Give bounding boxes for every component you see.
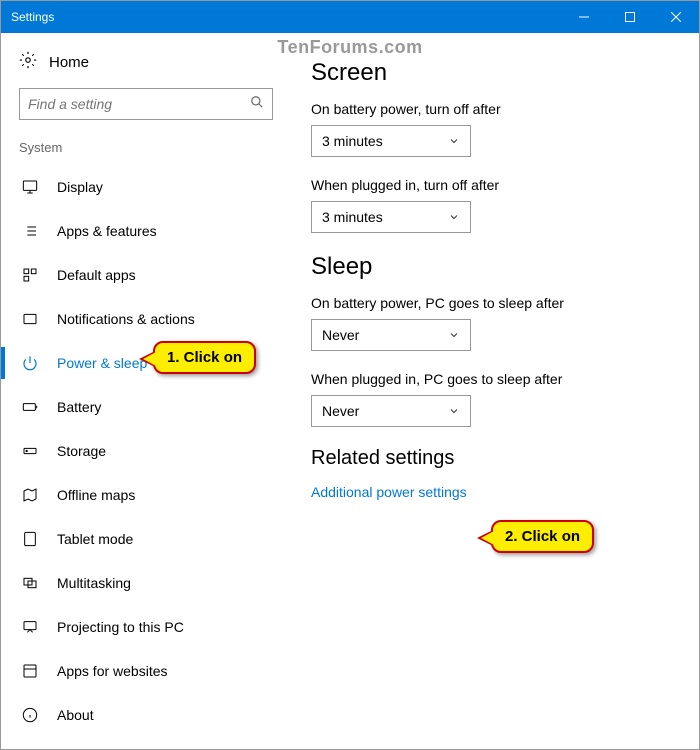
- related-heading: Related settings: [311, 447, 669, 470]
- close-button[interactable]: [653, 1, 699, 33]
- sidebar-item-label: Display: [57, 179, 103, 195]
- projecting-icon: [19, 619, 41, 635]
- chevron-down-icon: [448, 134, 460, 150]
- sidebar-item-label: Default apps: [57, 267, 136, 283]
- notifications-icon: [19, 311, 41, 327]
- home-label: Home: [49, 54, 89, 71]
- sleep-plugged-label: When plugged in, PC goes to sleep after: [311, 371, 669, 387]
- sidebar-item-label: Offline maps: [57, 487, 135, 503]
- gear-icon: [19, 51, 37, 74]
- sidebar-item-tablet-mode[interactable]: Tablet mode: [1, 517, 291, 561]
- battery-icon: [19, 399, 41, 415]
- sleep-heading: Sleep: [311, 253, 669, 281]
- sleep-plugged-dropdown[interactable]: Never: [311, 395, 471, 427]
- sidebar-item-notifications[interactable]: Notifications & actions: [1, 297, 291, 341]
- power-icon: [19, 355, 41, 371]
- storage-icon: [19, 443, 41, 459]
- screen-heading: Screen: [311, 59, 669, 87]
- sidebar-item-about[interactable]: About: [1, 693, 291, 737]
- sleep-battery-label: On battery power, PC goes to sleep after: [311, 295, 669, 311]
- sidebar-item-label: Notifications & actions: [57, 311, 195, 327]
- chevron-down-icon: [448, 328, 460, 344]
- search-input[interactable]: [19, 88, 273, 120]
- additional-power-settings-link[interactable]: Additional power settings: [311, 484, 467, 500]
- sidebar-item-apps-features[interactable]: Apps & features: [1, 209, 291, 253]
- dropdown-value: 3 minutes: [322, 209, 383, 225]
- info-icon: [19, 707, 41, 723]
- sidebar-item-label: Apps & features: [57, 223, 157, 239]
- screen-plugged-dropdown[interactable]: 3 minutes: [311, 201, 471, 233]
- multitasking-icon: [19, 575, 41, 591]
- sidebar-item-storage[interactable]: Storage: [1, 429, 291, 473]
- sidebar-item-label: About: [57, 707, 94, 723]
- sidebar-item-battery[interactable]: Battery: [1, 385, 291, 429]
- sidebar-item-label: Power & sleep: [57, 355, 147, 371]
- list-icon: [19, 223, 41, 239]
- sidebar-item-default-apps[interactable]: Default apps: [1, 253, 291, 297]
- sidebar-item-display[interactable]: Display: [1, 165, 291, 209]
- window-title: Settings: [11, 10, 54, 24]
- sidebar-item-label: Tablet mode: [57, 531, 133, 547]
- callout-1: 1. Click on: [153, 341, 256, 374]
- screen-battery-dropdown[interactable]: 3 minutes: [311, 125, 471, 157]
- sleep-battery-dropdown[interactable]: Never: [311, 319, 471, 351]
- chevron-down-icon: [448, 404, 460, 420]
- sidebar-item-label: Storage: [57, 443, 106, 459]
- default-apps-icon: [19, 267, 41, 283]
- main-panel: Screen On battery power, turn off after …: [291, 33, 699, 749]
- search-icon: [250, 95, 264, 114]
- sidebar: Home System Display Apps & features Defa…: [1, 33, 291, 749]
- sidebar-item-projecting[interactable]: Projecting to this PC: [1, 605, 291, 649]
- apps-websites-icon: [19, 663, 41, 679]
- tablet-icon: [19, 531, 41, 547]
- sidebar-item-label: Apps for websites: [57, 663, 168, 679]
- maximize-button[interactable]: [607, 1, 653, 33]
- dropdown-value: Never: [322, 327, 359, 343]
- sidebar-item-multitasking[interactable]: Multitasking: [1, 561, 291, 605]
- screen-plugged-label: When plugged in, turn off after: [311, 177, 669, 193]
- minimize-button[interactable]: [561, 1, 607, 33]
- sidebar-item-offline-maps[interactable]: Offline maps: [1, 473, 291, 517]
- dropdown-value: 3 minutes: [322, 133, 383, 149]
- map-icon: [19, 487, 41, 503]
- sidebar-item-label: Projecting to this PC: [57, 619, 184, 635]
- chevron-down-icon: [448, 210, 460, 226]
- home-button[interactable]: Home: [1, 51, 291, 88]
- section-label: System: [1, 138, 291, 165]
- screen-battery-label: On battery power, turn off after: [311, 101, 669, 117]
- sidebar-item-apps-websites[interactable]: Apps for websites: [1, 649, 291, 693]
- sidebar-item-label: Battery: [57, 399, 101, 415]
- monitor-icon: [19, 179, 41, 195]
- dropdown-value: Never: [322, 403, 359, 419]
- search-field[interactable]: [28, 96, 250, 112]
- sidebar-item-label: Multitasking: [57, 575, 131, 591]
- callout-2: 2. Click on: [491, 520, 594, 553]
- titlebar: Settings: [1, 1, 699, 33]
